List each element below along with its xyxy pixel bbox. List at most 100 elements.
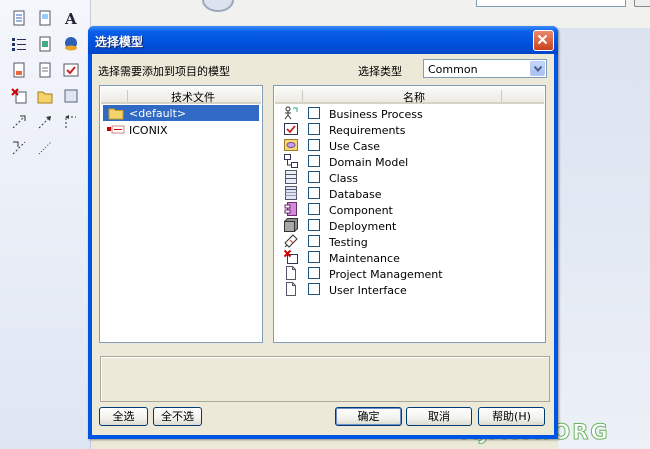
cancel-button[interactable]: 取消: [406, 407, 472, 426]
select-all-button[interactable]: 全选: [99, 407, 148, 426]
chevron-down-icon: [534, 66, 542, 72]
model-row-domain-model[interactable]: Domain Model: [274, 154, 544, 170]
select-model-dialog: 选择模型 选择需要添加到项目的模型 选择类型 Common 技术文件 <defa…: [88, 26, 558, 439]
model-checkbox[interactable]: [308, 251, 320, 263]
toolbox-dependency-icon[interactable]: [11, 114, 27, 130]
models-list[interactable]: 名称 Business Process Requirements Use Cas…: [273, 85, 546, 343]
model-label: Class: [329, 172, 358, 185]
toolbox-page-icon[interactable]: [11, 62, 27, 78]
model-label: Domain Model: [329, 156, 409, 169]
model-label: Maintenance: [329, 252, 400, 265]
model-row-user-interface[interactable]: User Interface: [274, 282, 544, 298]
select-none-button[interactable]: 全不选: [153, 407, 202, 426]
model-label: Requirements: [329, 124, 406, 137]
model-checkbox[interactable]: [308, 139, 320, 151]
toolbox-boundary-icon[interactable]: [63, 88, 79, 104]
dialog-title: 选择模型: [95, 35, 144, 49]
iconix-icon: [107, 125, 125, 134]
toolbox-globe-icon[interactable]: [63, 36, 79, 52]
model-row-component[interactable]: Component: [274, 202, 544, 218]
file-item-label: ICONIX: [129, 124, 168, 137]
description-box: [100, 356, 550, 402]
column-divider[interactable]: [127, 90, 128, 102]
model-checkbox[interactable]: [308, 155, 320, 167]
model-row-maintenance[interactable]: Maintenance: [274, 250, 544, 266]
model-checkbox[interactable]: [308, 123, 320, 135]
model-label: Component: [329, 204, 393, 217]
model-checkbox[interactable]: [308, 107, 320, 119]
model-label: User Interface: [329, 284, 407, 297]
model-row-database[interactable]: Database: [274, 186, 544, 202]
model-label: Database: [329, 188, 382, 201]
model-checkbox[interactable]: [308, 267, 320, 279]
model-type-label: 选择类型: [358, 65, 402, 78]
toolbox-connector-icon[interactable]: [11, 140, 27, 156]
model-checkbox[interactable]: [308, 203, 320, 215]
project-management-icon: [286, 266, 296, 280]
component-icon: [284, 202, 297, 216]
model-type-value: Common: [428, 63, 478, 76]
model-checkbox[interactable]: [308, 171, 320, 183]
technology-files-header-label: 技术文件: [171, 91, 215, 104]
help-button[interactable]: 帮助(H): [478, 407, 545, 426]
file-item-iconix[interactable]: ICONIX: [103, 122, 259, 138]
background-window-toolbar: [90, 0, 650, 28]
toolbox-list-icon[interactable]: [11, 36, 27, 52]
model-row-class[interactable]: Class: [274, 170, 544, 186]
file-item-default[interactable]: <default>: [103, 105, 259, 121]
models-header-label: 名称: [403, 91, 425, 104]
requirements-icon: [284, 123, 298, 135]
domain-model-icon: [284, 154, 298, 168]
model-checkbox[interactable]: [308, 283, 320, 295]
model-row-project-management[interactable]: Project Management: [274, 266, 544, 282]
user-interface-icon: [286, 282, 296, 296]
model-label: Deployment: [329, 220, 397, 233]
models-header[interactable]: 名称: [275, 87, 544, 104]
toolbox-note-icon[interactable]: [37, 10, 53, 26]
maintenance-icon: [284, 250, 298, 264]
background-search-input[interactable]: [476, 0, 626, 7]
model-checkbox[interactable]: [308, 235, 320, 247]
testing-icon: [284, 234, 298, 248]
deployment-icon: [284, 218, 298, 232]
svg-text:A: A: [64, 10, 77, 26]
model-checkbox[interactable]: [308, 219, 320, 231]
ok-button[interactable]: 确定: [335, 407, 402, 426]
model-label: Business Process: [329, 108, 423, 121]
model-checkbox[interactable]: [308, 187, 320, 199]
close-icon: [537, 34, 548, 45]
toolbox-check-icon[interactable]: [63, 62, 79, 78]
technology-files-list[interactable]: 技术文件 <default> ICONIX: [99, 85, 263, 343]
prompt-label: 选择需要添加到项目的模型: [98, 65, 230, 78]
toolbox-panel: A: [0, 0, 91, 449]
technology-files-header[interactable]: 技术文件: [101, 87, 261, 104]
file-item-label: <default>: [129, 107, 187, 120]
toolbox-document-icon[interactable]: [11, 10, 27, 26]
business-process-icon: [284, 106, 298, 120]
background-canvas: [558, 28, 650, 449]
model-type-select[interactable]: Common: [423, 59, 547, 78]
toolbox-association-icon[interactable]: [37, 140, 53, 156]
folder-icon: [108, 108, 124, 120]
toolbox-realize-icon[interactable]: [37, 114, 53, 130]
toolbox-delete-icon[interactable]: [11, 88, 27, 104]
toolbox-artifact-icon[interactable]: [37, 36, 53, 52]
class-icon: [285, 170, 297, 184]
model-row-testing[interactable]: Testing: [274, 234, 544, 250]
model-row-deployment[interactable]: Deployment: [274, 218, 544, 234]
use-case-icon: [284, 139, 298, 151]
dropdown-arrow-button[interactable]: [530, 61, 545, 76]
model-row-business-process[interactable]: Business Process: [274, 106, 544, 122]
toolbox-file-icon[interactable]: [37, 62, 53, 78]
toolbox-text-icon[interactable]: A: [63, 10, 79, 26]
column-divider[interactable]: [302, 90, 303, 102]
background-close-button[interactable]: [634, 0, 650, 7]
toolbox-folder-icon[interactable]: [37, 88, 53, 104]
model-row-requirements[interactable]: Requirements: [274, 122, 544, 138]
app-logo-icon: [202, 0, 234, 12]
column-divider[interactable]: [501, 90, 502, 102]
model-row-use-case[interactable]: Use Case: [274, 138, 544, 154]
toolbox-trace-icon[interactable]: [63, 114, 79, 130]
close-button[interactable]: [533, 30, 554, 51]
dialog-title-bar[interactable]: 选择模型: [88, 26, 558, 54]
